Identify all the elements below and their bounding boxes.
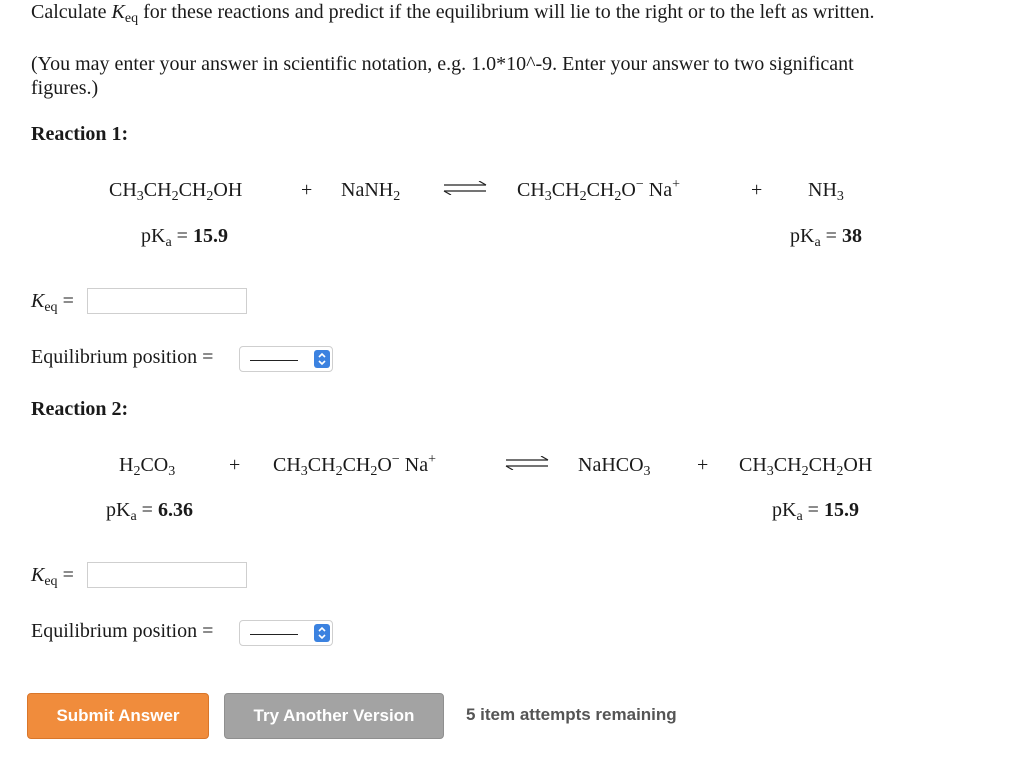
equilibrium-arrow-icon	[443, 181, 487, 200]
submit-answer-button[interactable]: Submit Answer	[27, 693, 209, 739]
reaction-2-pka-left: pKa = 6.36	[106, 499, 193, 524]
reaction-1-position-select[interactable]	[239, 346, 333, 372]
reaction-1-plus-2: +	[751, 179, 763, 201]
instruction-text-rest: for these reactions and predict if the e…	[138, 1, 875, 23]
select-placeholder-line	[250, 360, 298, 361]
reaction-1-pka-left: pKa = 15.9	[141, 225, 228, 250]
reaction-2-heading: Reaction 2:	[31, 398, 129, 420]
reaction-2-product-1: NaHCO3	[578, 454, 651, 479]
reaction-2-keq-input[interactable]	[87, 562, 247, 588]
reaction-2-reactant-1: H2CO3	[119, 454, 176, 479]
reaction-1-pka-right: pKa = 38	[790, 225, 862, 250]
reaction-1-reactant-2: NaNH2	[341, 179, 401, 204]
reaction-2-pka-right: pKa = 15.9	[772, 499, 859, 524]
instruction-line-1: Calculate Keq for these reactions and pr…	[31, 0, 875, 26]
reaction-1-plus-1: +	[301, 179, 313, 201]
reaction-2-plus-1: +	[229, 454, 241, 476]
reaction-1-product-2: NH3	[808, 179, 844, 204]
instruction-line-3: figures.)	[31, 77, 99, 99]
reaction-2-product-2: CH3CH2CH2OH	[739, 454, 873, 479]
reaction-1-heading: Reaction 1:	[31, 123, 129, 145]
reaction-2-reactant-2: CH3CH2CH2O− Na+	[273, 452, 436, 479]
reaction-1-position-label: Equilibrium position =	[31, 346, 214, 368]
instruction-text: Calculate	[31, 1, 112, 23]
select-placeholder-line	[250, 634, 298, 635]
keq-symbol: K	[111, 1, 125, 23]
reaction-1-keq-label: Keq =	[31, 290, 74, 315]
attempts-remaining-text: 5 item attempts remaining	[466, 705, 677, 724]
reaction-2-position-select[interactable]	[239, 620, 333, 646]
try-another-version-button[interactable]: Try Another Version	[224, 693, 444, 739]
reaction-2-plus-2: +	[697, 454, 709, 476]
keq-subscript: eq	[124, 11, 139, 26]
select-arrows-icon[interactable]	[314, 350, 330, 368]
instruction-line-2: (You may enter your answer in scientific…	[31, 53, 854, 75]
select-arrows-icon[interactable]	[314, 624, 330, 642]
reaction-2-keq-label: Keq =	[31, 564, 74, 589]
reaction-1-reactant-1: CH3CH2CH2OH	[109, 179, 243, 204]
reaction-1-keq-input[interactable]	[87, 288, 247, 314]
reaction-2-position-label: Equilibrium position =	[31, 620, 214, 642]
equilibrium-arrow-icon	[505, 456, 549, 475]
reaction-1-product-1: CH3CH2CH2O− Na+	[517, 177, 680, 204]
